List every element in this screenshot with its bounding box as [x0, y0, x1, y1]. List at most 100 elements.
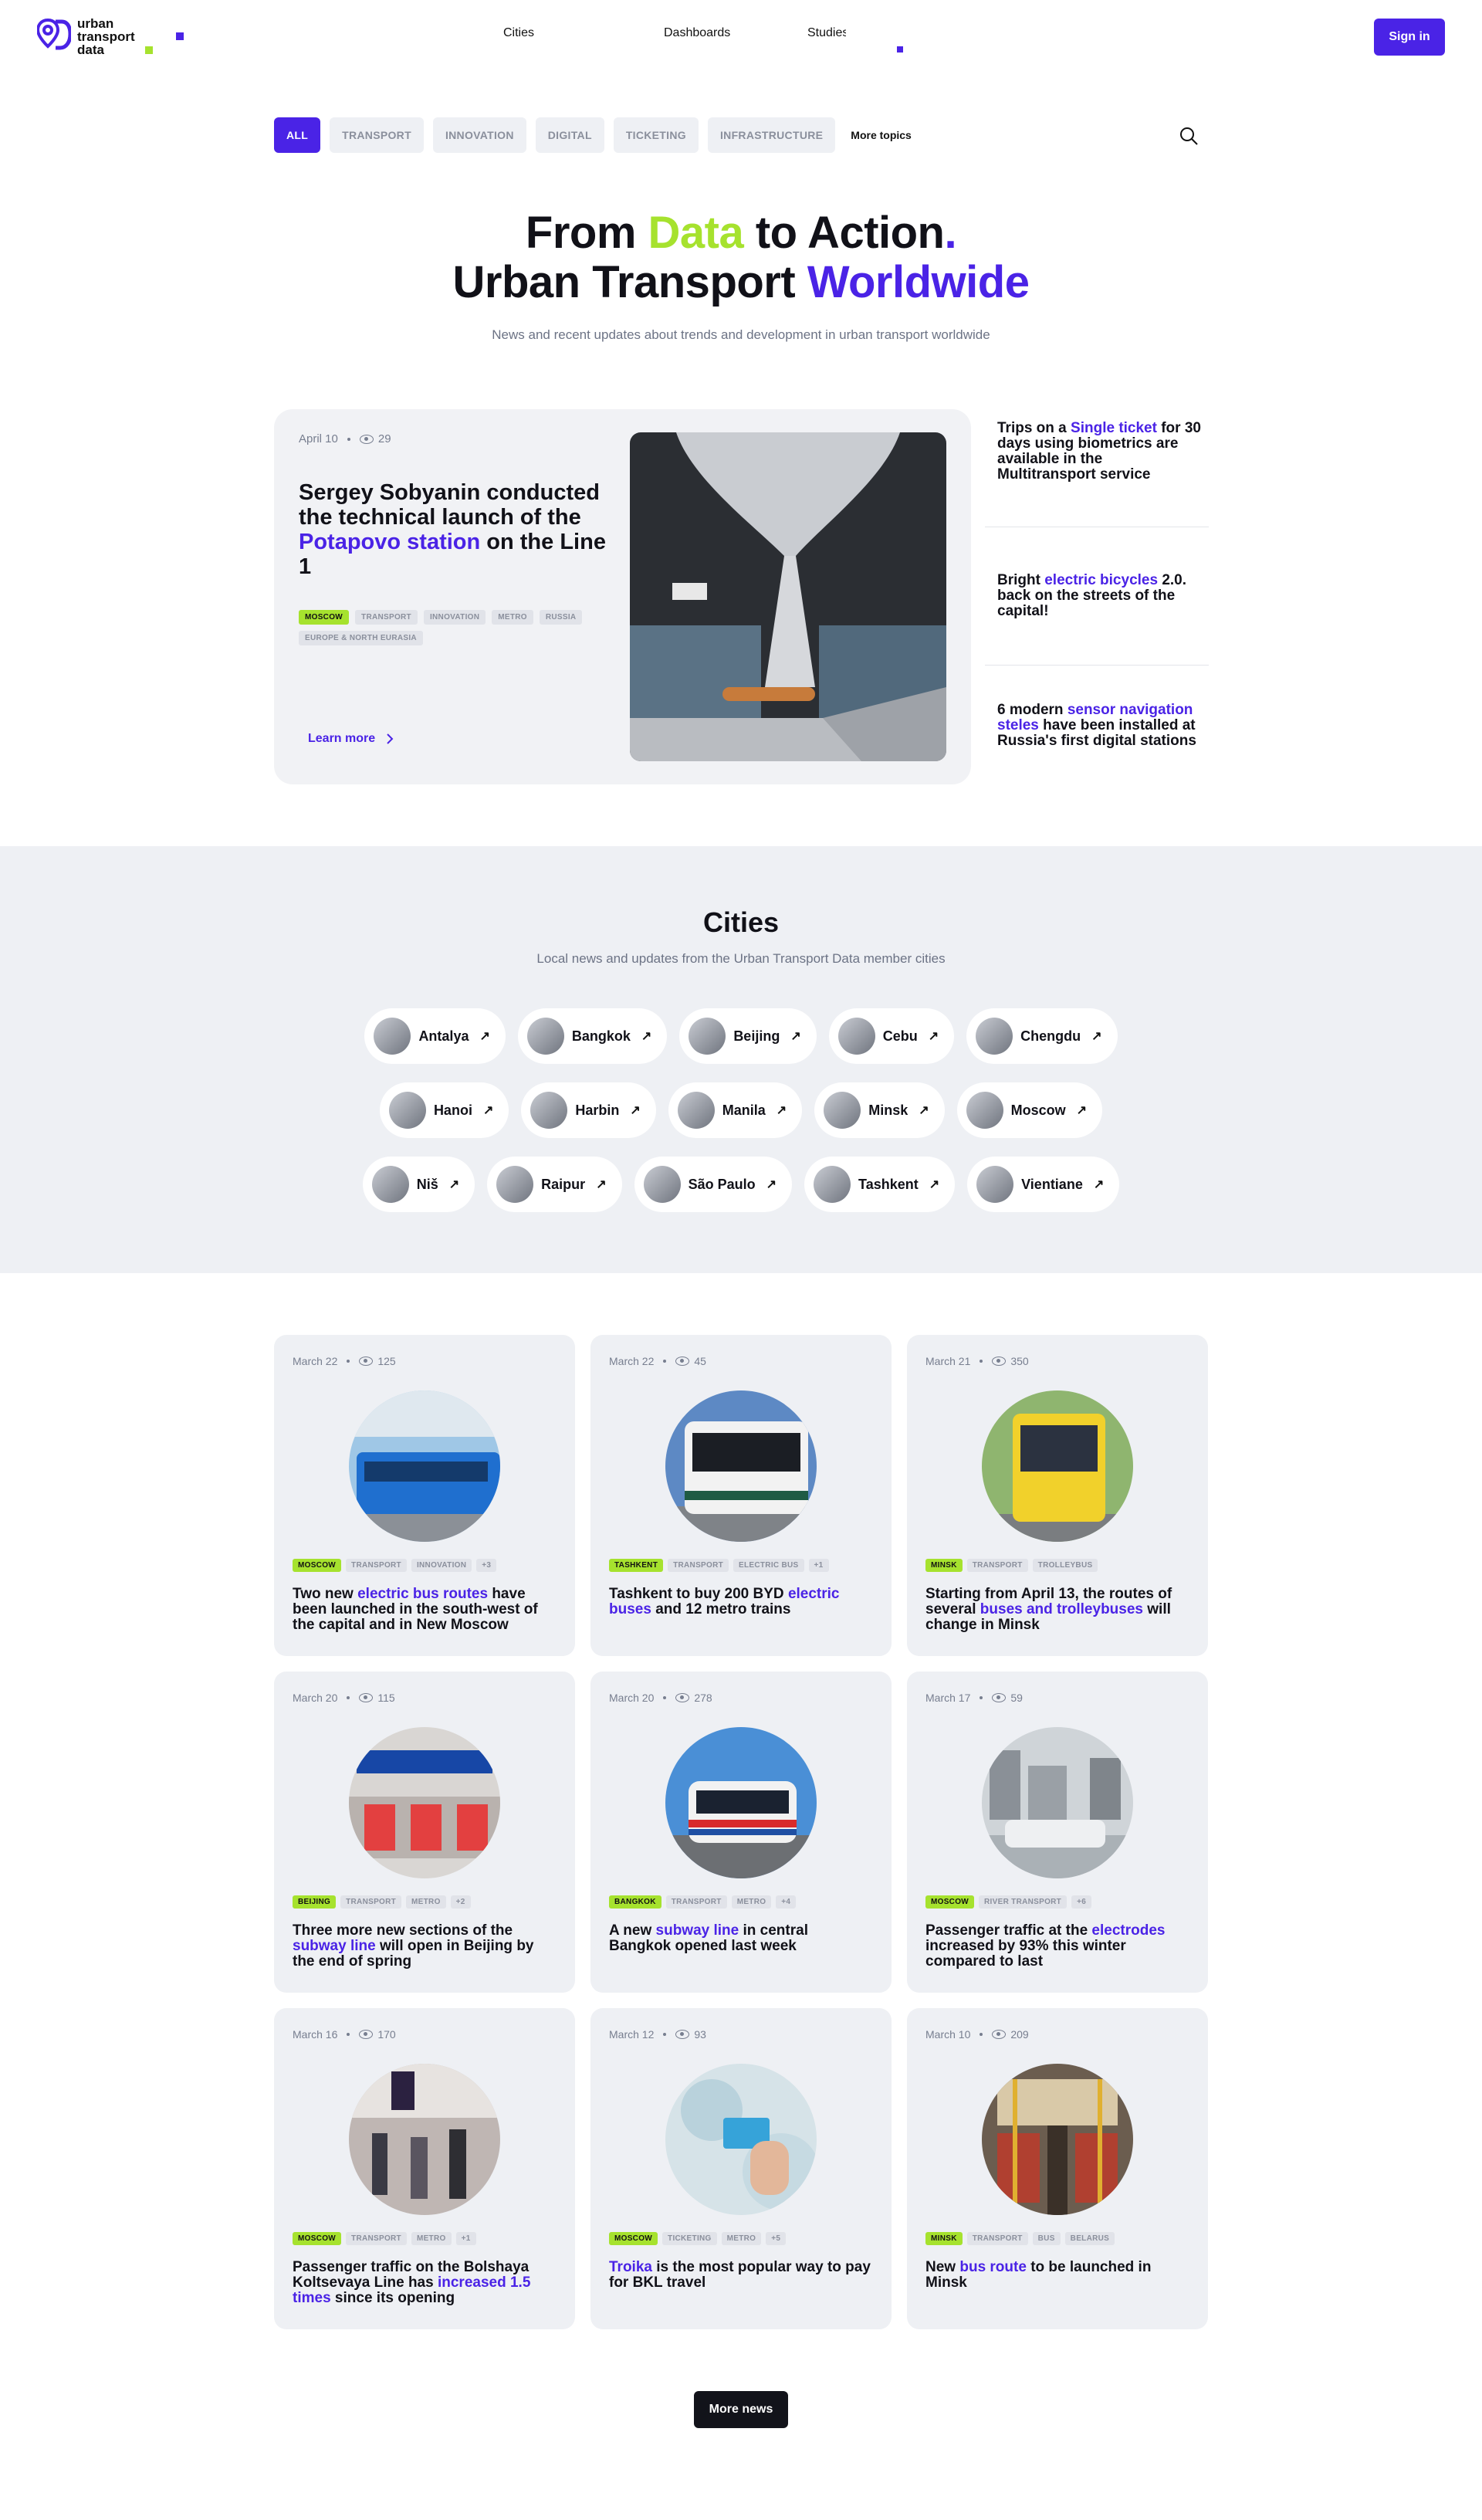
learn-more-link[interactable]: Learn more	[308, 732, 394, 746]
city-pill[interactable]: Raipur ↗	[487, 1157, 622, 1212]
tag[interactable]: TRANSPORT	[668, 1559, 729, 1572]
nav-cities[interactable]: Cities	[503, 26, 534, 40]
tag[interactable]: TRANSPORT	[355, 610, 418, 625]
logo-line3: data	[77, 42, 104, 57]
tag[interactable]: INNOVATION	[411, 1559, 472, 1572]
article-date: April 10	[299, 432, 338, 445]
tag[interactable]: RIVER TRANSPORT	[979, 1895, 1068, 1909]
sign-in-button[interactable]: Sign in	[1374, 19, 1445, 56]
city-name: Antalya	[418, 1028, 469, 1044]
logo-line2: transport	[77, 29, 135, 44]
logo[interactable]: urban transport data	[37, 17, 184, 57]
city-pill[interactable]: Cebu ↗	[828, 1008, 955, 1064]
tag[interactable]: +4	[776, 1895, 797, 1909]
featured-title[interactable]: Sergey Sobyanin conducted the technical …	[299, 480, 607, 579]
tag[interactable]: TRANSPORT	[966, 2232, 1028, 2245]
city-pill[interactable]: Antalya ↗	[364, 1008, 506, 1064]
tag[interactable]: METRO	[406, 1895, 446, 1909]
tag[interactable]: TRANSPORT	[340, 1895, 402, 1909]
tag[interactable]: BELARUS	[1064, 2232, 1115, 2245]
news-card[interactable]: March 22 45 TASHKENT TRANSPORT ELECTRIC BUS…	[590, 1335, 892, 1656]
tag[interactable]: +3	[476, 1559, 497, 1572]
tag[interactable]: BUS	[1032, 2232, 1061, 2245]
city-pill[interactable]: Moscow ↗	[956, 1082, 1103, 1138]
featured-article[interactable]: April 10 29 Sergey Sobyanin conducted th…	[274, 409, 971, 784]
news-card[interactable]: March 10 209 MINSK TRANSPORT BUS BELARUS New…	[907, 2008, 1208, 2329]
tag[interactable]: TRANSPORT	[966, 1559, 1028, 1572]
city-pill[interactable]: Bangkok ↗	[517, 1008, 668, 1064]
more-topics-button[interactable]: More topics	[844, 117, 918, 153]
tag[interactable]: METRO	[731, 1895, 772, 1909]
news-card[interactable]: March 22 125 MOSCOW TRANSPORT INNOVATION +3 …	[274, 1335, 575, 1656]
city-pill[interactable]: Tashkent ↗	[804, 1157, 956, 1212]
tag[interactable]: BEIJING	[293, 1895, 337, 1909]
side-article[interactable]: 6 modern sensor navigation steles have b…	[997, 703, 1201, 749]
tag[interactable]: +6	[1071, 1895, 1092, 1909]
nav-studies[interactable]: Studies	[807, 26, 846, 40]
tag[interactable]: +5	[766, 2232, 787, 2245]
news-grid: March 22 125 MOSCOW TRANSPORT INNOVATION +3 …	[274, 1335, 1208, 2329]
tag[interactable]: TRANSPORT	[665, 1895, 727, 1909]
tag[interactable]: METRO	[492, 610, 533, 625]
arrow-up-right-icon: ↗	[766, 1178, 777, 1191]
city-pill[interactable]: Hanoi ↗	[379, 1082, 509, 1138]
tag[interactable]: ELECTRIC BUS	[733, 1559, 804, 1572]
tag[interactable]: MOSCOW	[925, 1895, 975, 1909]
tag[interactable]: RUSSIA	[539, 610, 583, 625]
tag[interactable]: +2	[450, 1895, 471, 1909]
tag[interactable]: MINSK	[925, 1559, 963, 1572]
topic-all[interactable]: ALL	[274, 117, 321, 153]
arrow-up-right-icon: ↗	[630, 1104, 641, 1117]
tag[interactable]: +1	[455, 2232, 476, 2245]
topic-innovation[interactable]: INNOVATION	[432, 117, 526, 153]
tag[interactable]: MOSCOW	[293, 1559, 342, 1572]
news-card[interactable]: March 20 115 BEIJING TRANSPORT METRO +2 Thre…	[274, 1672, 575, 1993]
search-icon[interactable]	[1178, 125, 1199, 147]
tag[interactable]: TROLLEYBUS	[1032, 1559, 1098, 1572]
news-card[interactable]: March 16 170 MOSCOW TRANSPORT METRO +1 Passe…	[274, 2008, 575, 2329]
tag[interactable]: MOSCOW	[609, 2232, 658, 2245]
hero-title-part: to Action	[743, 208, 945, 258]
news-card[interactable]: March 12 93 MOSCOW TICKETING METRO +5 Troika…	[590, 2008, 892, 2329]
tag[interactable]: TRANSPORT	[346, 2232, 407, 2245]
tag[interactable]: +1	[808, 1559, 829, 1572]
tag[interactable]: BANGKOK	[609, 1895, 661, 1909]
city-pill[interactable]: Vientiane ↗	[967, 1157, 1120, 1212]
tag[interactable]: METRO	[721, 2232, 762, 2245]
city-pill[interactable]: Minsk ↗	[814, 1082, 945, 1138]
news-card[interactable]: March 17 59 MOSCOW RIVER TRANSPORT +6 Passe…	[907, 1672, 1208, 1993]
tag[interactable]: TRANSPORT	[346, 1559, 407, 1572]
tag[interactable]: MOSCOW	[299, 610, 350, 625]
cities-subtitle: Local news and updates from the Urban Tr…	[536, 951, 946, 966]
nav-dashboards[interactable]: Dashboards	[664, 26, 730, 40]
city-pill[interactable]: Niš ↗	[362, 1157, 475, 1212]
city-pill[interactable]: Chengdu ↗	[966, 1008, 1118, 1064]
hero-title-part: Urban Transport	[452, 257, 807, 307]
tag[interactable]: TASHKENT	[609, 1559, 664, 1572]
topic-digital[interactable]: DIGITAL	[535, 117, 604, 153]
city-pill[interactable]: São Paulo ↗	[634, 1157, 793, 1212]
news-card[interactable]: March 21 350 MINSK TRANSPORT TROLLEYBUS Sta…	[907, 1335, 1208, 1656]
topic-ticketing[interactable]: TICKETING	[613, 117, 699, 153]
article-tags: MOSCOW TICKETING METRO +5	[609, 2232, 879, 2245]
city-pill[interactable]: Harbin ↗	[521, 1082, 656, 1138]
topic-infrastructure[interactable]: INFRASTRUCTURE	[707, 117, 836, 153]
city-pill[interactable]: Manila ↗	[668, 1082, 803, 1138]
city-name: Cebu	[882, 1028, 918, 1044]
side-article[interactable]: Trips on a Single ticket for 30 days usi…	[997, 421, 1201, 483]
tag[interactable]: INNOVATION	[423, 610, 486, 625]
tag[interactable]: MOSCOW	[293, 2232, 342, 2245]
news-card[interactable]: March 20 278 BANGKOK TRANSPORT METRO +4 A ne…	[590, 1672, 892, 1993]
city-pill[interactable]: Beijing ↗	[679, 1008, 817, 1064]
topic-transport[interactable]: TRANSPORT	[330, 117, 424, 153]
article-date: March 20	[609, 1692, 655, 1704]
tag[interactable]: TICKETING	[662, 2232, 717, 2245]
tag[interactable]: MINSK	[925, 2232, 963, 2245]
tag[interactable]: EUROPE & NORTH EURASIA	[299, 631, 423, 645]
city-avatar	[689, 1018, 726, 1055]
more-news-button[interactable]: More news	[694, 2391, 788, 2428]
meta-separator	[663, 1696, 667, 1699]
side-article[interactable]: Bright electric bicycles 2.0. back on th…	[997, 573, 1201, 619]
tag[interactable]: METRO	[411, 2232, 452, 2245]
arrow-up-right-icon: ↗	[928, 1030, 939, 1043]
